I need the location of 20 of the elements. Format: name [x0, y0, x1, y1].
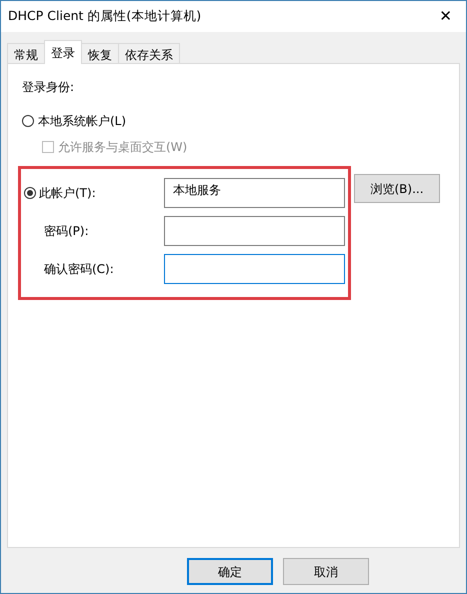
- radio-button[interactable]: [22, 115, 34, 127]
- tab[interactable]: 恢复: [81, 43, 119, 64]
- browse-button[interactable]: 浏览(B)...: [354, 174, 440, 203]
- checkbox-label: 允许服务与桌面交互(W): [58, 139, 188, 156]
- cancel-button[interactable]: 取消: [283, 558, 369, 585]
- input-field[interactable]: [164, 254, 345, 284]
- input-field[interactable]: [164, 216, 345, 246]
- tab[interactable]: 登录: [44, 40, 82, 64]
- tab[interactable]: 依存关系: [118, 43, 180, 64]
- section-label: 登录身份:: [22, 79, 76, 96]
- ok-button[interactable]: 确定: [187, 558, 273, 585]
- tab[interactable]: 常规: [7, 43, 45, 64]
- radio-button[interactable]: [24, 187, 36, 199]
- window-title: DHCP Client 的属性(本地计算机): [8, 7, 202, 26]
- radio-label: 此帐户(T):: [39, 185, 96, 202]
- field-label: 确认密码(C):: [44, 261, 114, 278]
- close-button[interactable]: ✕: [435, 5, 456, 28]
- field-label: 密码(P):: [44, 223, 89, 240]
- input-field[interactable]: 本地服务: [164, 178, 345, 208]
- radio-label: 本地系统帐户(L): [38, 113, 126, 130]
